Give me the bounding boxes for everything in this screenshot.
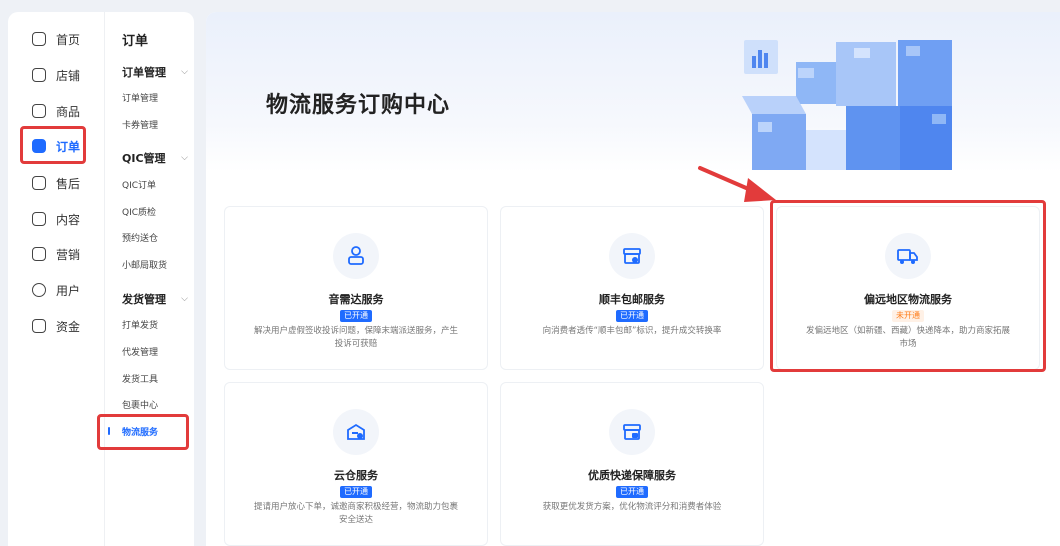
home-icon [32, 32, 46, 46]
nav-item-label: 店铺 [56, 68, 81, 83]
nav-item-after-sales[interactable]: 售后 [18, 168, 94, 198]
nav-item-funds[interactable]: 资金 [18, 311, 94, 341]
service-card-sf-free-shipping[interactable]: 顺丰包邮服务 已开通 向消费者透传“顺丰包邮”标识，提升成交转换率 [500, 206, 764, 370]
subnav-group-label: QIC管理 [122, 152, 166, 165]
subnav-title: 订单 [122, 34, 149, 49]
chevron-down-icon: ⌵ [181, 294, 188, 304]
package-icon [609, 233, 655, 279]
megaphone-icon [32, 247, 46, 261]
card-title: 优质快递保障服务 [588, 469, 676, 482]
status-badge: 已开通 [340, 486, 372, 498]
after-sales-icon [32, 176, 46, 190]
service-card-audit[interactable]: 音需达服务 已开通 解决用户虚假签收投诉问题，保障末端派送服务，产生投诉可获赔 [224, 206, 488, 370]
highlight-logistics [97, 414, 189, 450]
status-badge: 已开通 [616, 486, 648, 498]
subnav-item[interactable]: QIC订单 [122, 178, 156, 191]
subnav-group-shipping[interactable]: 发货管理 ⌵ [122, 291, 188, 307]
nav-item-goods[interactable]: 商品 [18, 96, 94, 126]
nav-item-home[interactable]: 首页 [18, 24, 94, 54]
subnav-group-label: 发货管理 [122, 293, 166, 306]
chevron-down-icon: ⌵ [181, 67, 188, 77]
user-icon [32, 283, 46, 297]
wallet-icon [32, 319, 46, 333]
subnav-group-qic[interactable]: QIC管理 ⌵ [122, 150, 188, 166]
subnav-item[interactable]: QIC质检 [122, 205, 156, 218]
nav-item-label: 首页 [56, 32, 81, 47]
main-content: 物流服务订购中心 音需达服务 已开通 解决用户虚假签收投诉问题，保障末端派送服务… [206, 12, 1060, 546]
status-badge: 已开通 [616, 310, 648, 322]
subnav-item[interactable]: 包裹中心 [122, 398, 158, 411]
service-card-cloud-warehouse[interactable]: 云仓服务 已开通 提请用户放心下单，诚邀商家积极经营，物流助力包裹安全送达 [224, 382, 488, 546]
card-title: 音需达服务 [328, 293, 384, 306]
tv-icon [32, 212, 46, 226]
nav-item-store[interactable]: 店铺 [18, 60, 94, 90]
card-description: 获取更优发货方案，优化物流评分和消费者体验 [542, 502, 722, 512]
nav-item-marketing[interactable]: 营销 [18, 239, 94, 269]
card-description: 解决用户虚假签收投诉问题，保障末端派送服务，产生投诉可获赔 [253, 326, 458, 349]
service-card-quality-express[interactable]: 优质快递保障服务 已开通 获取更优发货方案，优化物流评分和消费者体验 [500, 382, 764, 546]
nav-item-label: 内容 [56, 212, 81, 227]
subnav-item[interactable]: 代发管理 [122, 345, 158, 358]
store-icon [32, 68, 46, 82]
subnav-item[interactable]: 发货工具 [122, 372, 158, 385]
highlight-remote-logistics [770, 200, 1046, 372]
subnav-item[interactable]: 预约送仓 [122, 231, 158, 244]
subnav-group-order-management[interactable]: 订单管理 ⌵ [122, 64, 188, 80]
warehouse-icon [333, 409, 379, 455]
subnav-item[interactable]: 小邮局取货 [122, 258, 167, 271]
nav-item-content[interactable]: 内容 [18, 204, 94, 234]
status-badge: 已开通 [340, 310, 372, 322]
card-title: 顺丰包邮服务 [599, 293, 665, 306]
page-title: 物流服务订购中心 [266, 93, 451, 118]
highlight-orders [20, 126, 86, 164]
subnav-item[interactable]: 订单管理 [122, 91, 158, 104]
nav-item-label: 售后 [56, 176, 81, 191]
chevron-down-icon: ⌵ [181, 153, 188, 163]
nav-item-label: 资金 [56, 319, 81, 334]
nav-item-users[interactable]: 用户 [18, 275, 94, 305]
thumbs-up-box-icon [609, 409, 655, 455]
subnav-item[interactable]: 打单发货 [122, 318, 158, 331]
card-title: 云仓服务 [334, 469, 378, 482]
bag-icon [32, 104, 46, 118]
boxes-illustration [742, 40, 952, 170]
nav-item-label: 用户 [56, 283, 81, 298]
subnav-group-label: 订单管理 [122, 66, 166, 79]
courier-icon [333, 233, 379, 279]
card-description: 提请用户放心下单，诚邀商家积极经营，物流助力包裹安全送达 [253, 502, 458, 525]
subnav-item[interactable]: 卡券管理 [122, 118, 158, 131]
nav-item-label: 营销 [56, 247, 81, 262]
card-description: 向消费者透传“顺丰包邮”标识，提升成交转换率 [542, 326, 722, 336]
nav-item-label: 商品 [56, 104, 81, 119]
